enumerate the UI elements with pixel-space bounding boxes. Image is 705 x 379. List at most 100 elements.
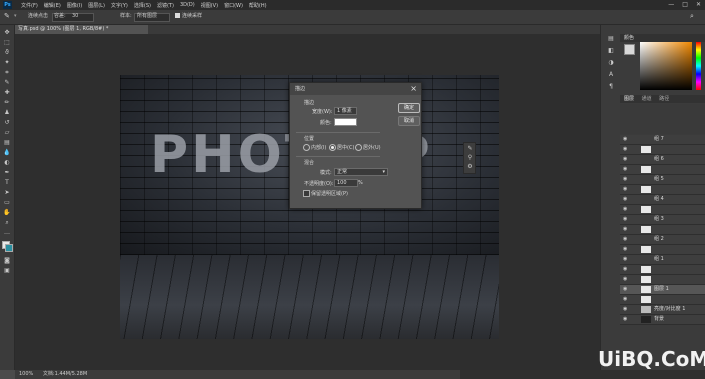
visibility-icon[interactable]: ◉	[623, 305, 627, 314]
hand-tool-icon[interactable]: ✋	[3, 209, 11, 216]
menu-3d[interactable]: 3D(D)	[177, 2, 198, 8]
visibility-icon[interactable]: ◉	[623, 255, 627, 264]
visibility-icon[interactable]: ◉	[623, 145, 627, 154]
visibility-icon[interactable]: ◉	[623, 155, 627, 164]
position-center-radio[interactable]	[329, 144, 336, 151]
eyedropper-tool-icon[interactable]: ✎	[3, 79, 11, 86]
stroke-color-swatch[interactable]	[334, 118, 357, 126]
dodge-tool-icon[interactable]: ◐	[3, 159, 11, 166]
menu-filter[interactable]: 滤镜(T)	[154, 2, 177, 9]
sample-all-checkbox[interactable]: 连续采样	[175, 12, 202, 21]
layer-row[interactable]: ◉	[620, 185, 705, 195]
crop-tool-icon[interactable]: ⌗	[3, 69, 11, 76]
preserve-transparency-checkbox[interactable]	[303, 190, 310, 197]
clone-stamp-tool-icon[interactable]: ♟	[3, 109, 11, 116]
maximize-button[interactable]: □	[682, 1, 688, 8]
visibility-icon[interactable]: ◉	[623, 235, 627, 244]
color-tab[interactable]: 颜色	[624, 35, 634, 41]
visibility-icon[interactable]: ◉	[623, 295, 627, 304]
visibility-icon[interactable]: ◉	[623, 285, 627, 294]
layer-row[interactable]: ◉ 组 2	[620, 235, 705, 245]
dialog-titlebar[interactable]: 描边 ×	[290, 83, 421, 95]
layer-row[interactable]: ◉	[620, 205, 705, 215]
menu-window[interactable]: 窗口(W)	[221, 2, 246, 9]
menu-file[interactable]: 文件(F)	[18, 2, 41, 9]
visibility-icon[interactable]: ◉	[623, 185, 627, 194]
menu-type[interactable]: 文字(Y)	[108, 2, 131, 9]
hue-slider[interactable]	[696, 42, 701, 90]
layer-row[interactable]: ◉ 组 7	[620, 135, 705, 145]
move-tool-icon[interactable]: ✥	[3, 29, 11, 36]
paths-tab[interactable]: 路径	[659, 96, 669, 102]
search-icon[interactable]: ⌕	[690, 12, 694, 21]
layer-row[interactable]: ◉ 组 3	[620, 215, 705, 225]
settings-icon[interactable]: ⚙	[466, 163, 474, 170]
layer-row[interactable]: ◉ 亮度/对比度 1	[620, 305, 705, 315]
layer-row[interactable]: ◉	[620, 165, 705, 175]
eyedropper-icon[interactable]: ✎	[4, 12, 10, 21]
brush-icon[interactable]: ✎	[466, 145, 474, 152]
menu-help[interactable]: 帮助(H)	[246, 2, 270, 9]
zoom-tool-icon[interactable]: ⌕	[3, 219, 11, 226]
menu-image[interactable]: 图像(I)	[64, 2, 85, 9]
adjust-icon[interactable]: ⚲	[466, 154, 474, 161]
visibility-icon[interactable]: ◉	[623, 265, 627, 274]
quick-mask-icon[interactable]: ◙	[3, 257, 11, 264]
layer-row[interactable]: ◉	[620, 145, 705, 155]
visibility-icon[interactable]: ◉	[623, 245, 627, 254]
visibility-icon[interactable]: ◉	[623, 275, 627, 284]
tool-preset-chevron-icon[interactable]: ▾	[14, 12, 17, 21]
history-brush-tool-icon[interactable]: ↺	[3, 119, 11, 126]
minimize-button[interactable]: —	[668, 1, 674, 8]
screen-mode-icon[interactable]: ▣	[3, 267, 11, 274]
history-panel-icon[interactable]: ▤	[607, 35, 615, 42]
width-input[interactable]: 1 像素	[334, 107, 357, 115]
visibility-icon[interactable]: ◉	[623, 315, 627, 324]
menu-view[interactable]: 视图(V)	[198, 2, 221, 9]
type-tool-icon[interactable]: T	[3, 179, 11, 186]
close-window-button[interactable]: ✕	[696, 1, 701, 8]
ok-button[interactable]: 确定	[398, 103, 420, 113]
visibility-icon[interactable]: ◉	[623, 215, 627, 224]
layer-row[interactable]: ◉	[620, 225, 705, 235]
layer-row[interactable]: ◉	[620, 295, 705, 305]
character-panel-icon[interactable]: A	[607, 71, 615, 78]
marquee-tool-icon[interactable]: ⬚	[3, 39, 11, 46]
gradient-tool-icon[interactable]: ▤	[3, 139, 11, 146]
brush-tool-icon[interactable]: ✏	[3, 99, 11, 106]
visibility-icon[interactable]: ◉	[623, 205, 627, 214]
position-inside-radio[interactable]	[303, 144, 310, 151]
background-color-swatch[interactable]	[5, 244, 13, 252]
path-selection-tool-icon[interactable]: ➤	[3, 189, 11, 196]
visibility-icon[interactable]: ◉	[623, 175, 627, 184]
menu-layer[interactable]: 图层(L)	[85, 2, 108, 9]
document-tab[interactable]: 写真.psd @ 100% (图层 1, RGB/8#) *	[14, 25, 148, 34]
lasso-tool-icon[interactable]: ϑ	[3, 49, 11, 56]
eraser-tool-icon[interactable]: ▱	[3, 129, 11, 136]
visibility-icon[interactable]: ◉	[623, 195, 627, 204]
magic-wand-tool-icon[interactable]: ✦	[3, 59, 11, 66]
menu-edit[interactable]: 编辑(E)	[41, 2, 64, 9]
rectangle-tool-icon[interactable]: ▭	[3, 199, 11, 206]
pen-tool-icon[interactable]: ✒	[3, 169, 11, 176]
paragraph-panel-icon[interactable]: ¶	[607, 83, 615, 90]
position-outside-radio[interactable]	[355, 144, 362, 151]
layers-tab[interactable]: 图层	[624, 96, 634, 102]
layer-row[interactable]: ◉ 组 1	[620, 255, 705, 265]
color-picker-field[interactable]	[640, 42, 692, 90]
channels-tab[interactable]: 通道	[642, 96, 652, 102]
cancel-button[interactable]: 取消	[398, 116, 420, 126]
properties-panel-icon[interactable]: ◧	[607, 47, 615, 54]
layer-row[interactable]: ◉ 背景	[620, 315, 705, 325]
layer-row-selected[interactable]: ◉ 图层 1	[620, 285, 705, 295]
opacity-input[interactable]: 100	[334, 179, 358, 187]
menu-select[interactable]: 选择(S)	[131, 2, 154, 9]
visibility-icon[interactable]: ◉	[623, 135, 627, 144]
layer-row[interactable]: ◉ 组 6	[620, 155, 705, 165]
layer-row[interactable]: ◉	[620, 265, 705, 275]
adjustments-panel-icon[interactable]: ◑	[607, 59, 615, 66]
close-icon[interactable]: ×	[410, 84, 417, 93]
visibility-icon[interactable]: ◉	[623, 165, 627, 174]
color-panel-foreground-swatch[interactable]	[624, 44, 635, 55]
more-tools-icon[interactable]: …	[3, 229, 11, 236]
